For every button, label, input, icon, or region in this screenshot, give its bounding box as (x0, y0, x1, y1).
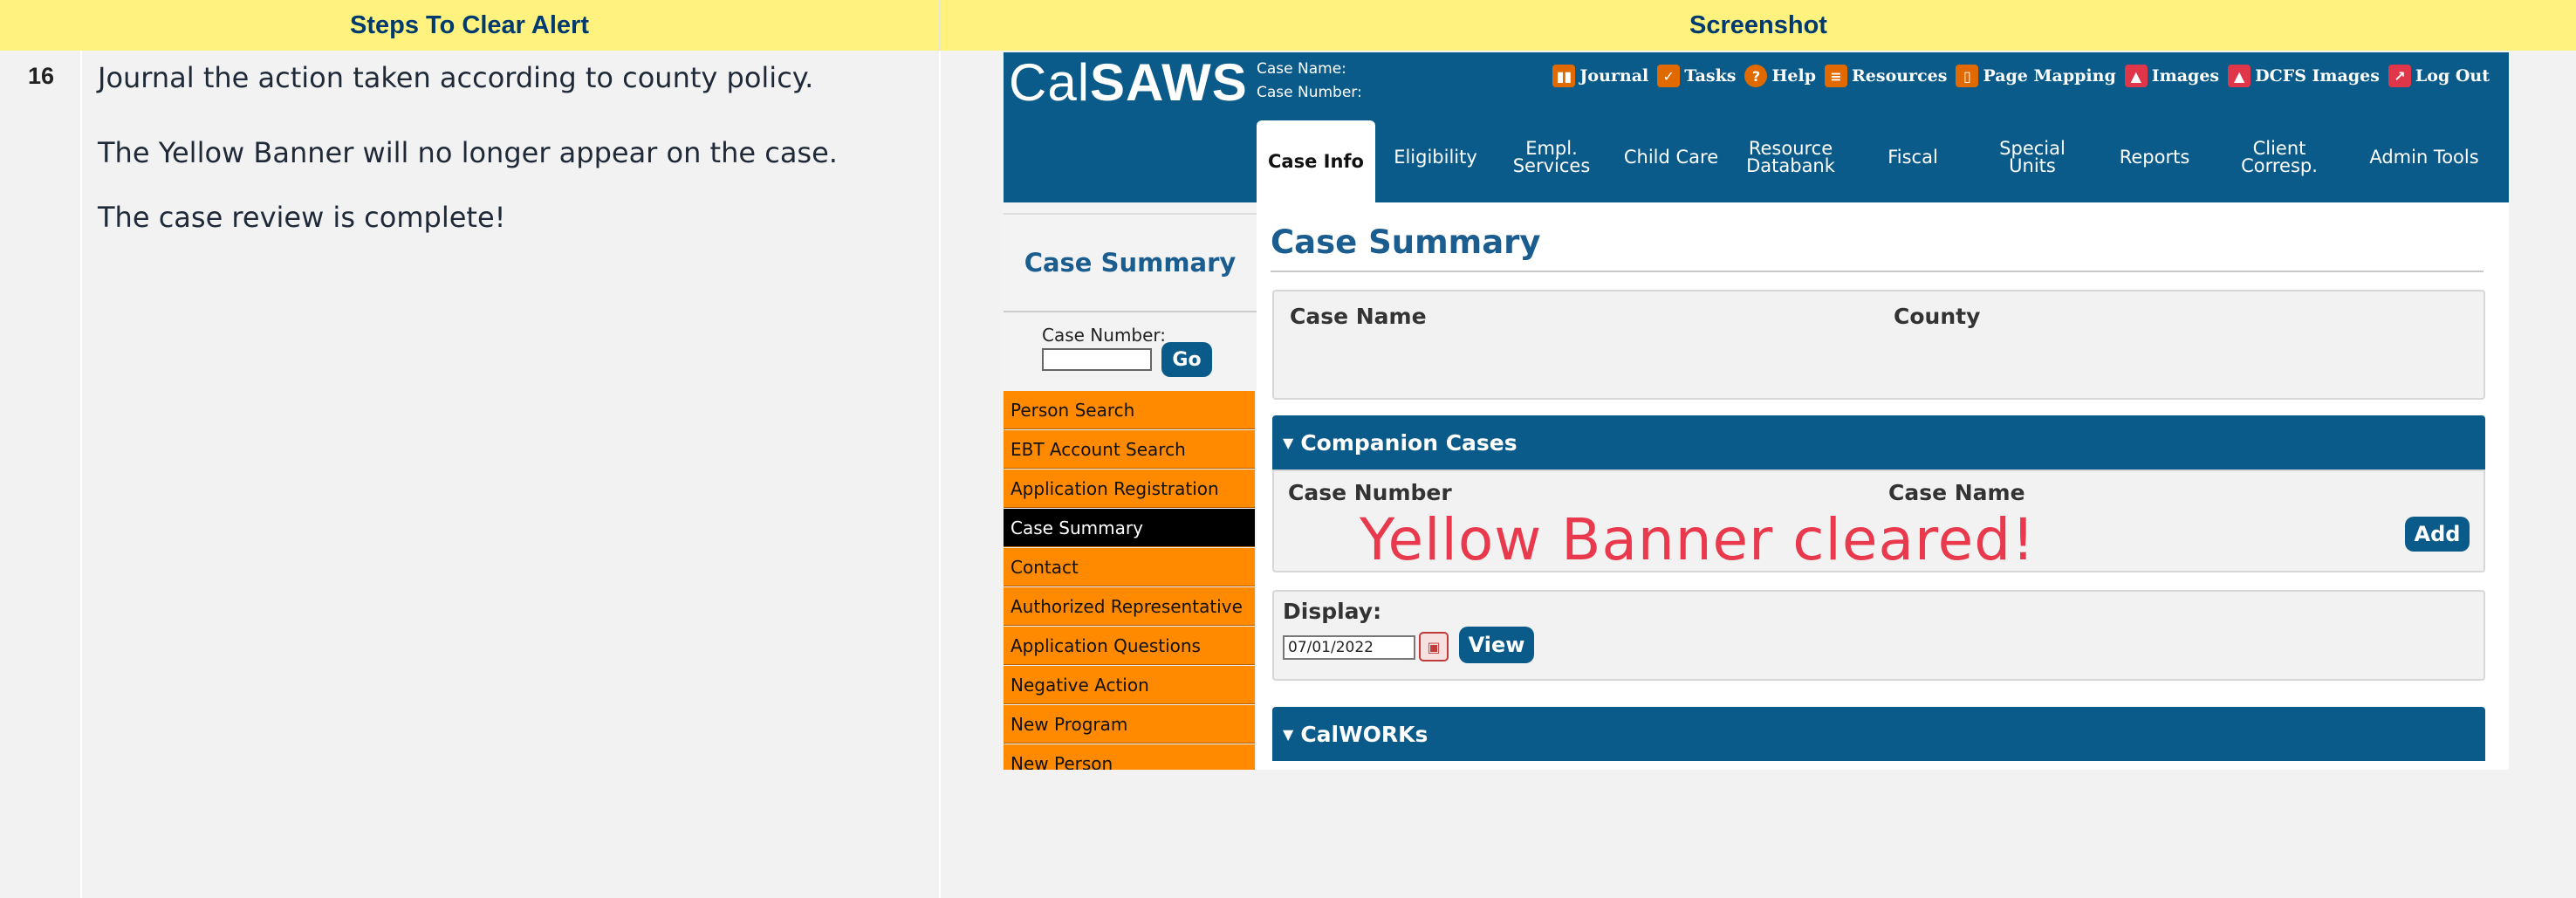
tab-empl-services[interactable]: Empl. Services (1497, 112, 1606, 202)
step-number: 16 (27, 63, 55, 89)
resources-icon: ≡ (1825, 65, 1847, 87)
top-link-log-out[interactable]: ↗ Log Out (2388, 65, 2490, 87)
left-sidebar: Case Summary Case Number: Go Person Sear… (1004, 202, 1257, 770)
calworks-header[interactable]: ▼ CalWORKs (1272, 707, 2485, 761)
sidebar-item-case-summary[interactable]: Case Summary (1004, 509, 1255, 547)
main-content: Case Summary Case Name County ▼ Companio… (1257, 202, 2509, 770)
top-link-label: Journal (1579, 66, 1649, 86)
tab-resource-databank[interactable]: Resource Databank (1735, 112, 1846, 202)
top-link-images[interactable]: ▲ Images (2124, 65, 2220, 87)
go-button[interactable]: Go (1161, 342, 1212, 377)
tab-fiscal[interactable]: Fiscal (1859, 112, 1967, 202)
sidebar-item-negative-action[interactable]: Negative Action (1004, 666, 1255, 704)
step-number-column: 16 (0, 51, 82, 898)
sidebar-item-application-questions[interactable]: Application Questions (1004, 627, 1255, 665)
top-link-label: Resources (1852, 66, 1948, 86)
display-panel: Display: 07/01/2022 ▣ View (1272, 590, 2485, 681)
tab-reports[interactable]: Reports (2098, 112, 2211, 202)
steps-cell: 16 Journal the action taken according to… (0, 51, 941, 898)
case-header-info: Case Name: Case Number: (1257, 58, 1362, 105)
tab-client-corresp[interactable]: Client Corresp. (2218, 112, 2340, 202)
calendar-icon[interactable]: ▣ (1419, 632, 1449, 662)
sidebar-case-number-label: Case Number: (1042, 325, 1167, 346)
header-steps: Steps To Clear Alert (0, 0, 941, 51)
images-icon: ▲ (2124, 65, 2148, 87)
calsaws-screenshot: Cal SAWS Case Name: Case Number: ▮▮ Journ… (1004, 52, 2509, 770)
case-name-label: Case Name: (1257, 60, 1346, 78)
companion-col-case-number: Case Number (1288, 480, 1452, 505)
sidebar-title: Case Summary (1004, 213, 1257, 312)
display-date-input[interactable]: 07/01/2022 (1283, 635, 1415, 660)
yellow-banner-cleared-annotation: Yellow Banner cleared! (1360, 506, 2036, 573)
view-button[interactable]: View (1459, 627, 1534, 663)
tab-admin-tools[interactable]: Admin Tools (2347, 112, 2501, 202)
chevron-down-icon: ▼ (1283, 434, 1294, 451)
case-number-label: Case Number: (1257, 84, 1362, 101)
display-label: Display: (1283, 599, 1382, 624)
top-link-dcfs-images[interactable]: ▲ DCFS Images (2228, 65, 2380, 87)
step-line-2: The Yellow Banner will no longer appear … (98, 136, 838, 169)
sidebar-item-authorized-representative[interactable]: Authorized Representative (1004, 587, 1255, 626)
journal-icon: ▮▮ (1552, 65, 1576, 87)
case-info-panel: Case Name County (1272, 290, 2485, 400)
top-link-help[interactable]: ? Help (1744, 65, 1816, 87)
companion-cases-title: Companion Cases (1300, 429, 1518, 456)
sidebar-item-new-program[interactable]: New Program (1004, 705, 1255, 744)
tab-eligibility[interactable]: Eligibility (1379, 112, 1492, 202)
chevron-down-icon: ▼ (1283, 725, 1294, 743)
top-link-label: Help (1771, 66, 1816, 86)
dcfs-images-icon: ▲ (2228, 65, 2251, 87)
county-field-label: County (1894, 304, 1981, 329)
calsaws-logo: Cal SAWS (1004, 52, 1257, 112)
tab-child-care[interactable]: Child Care (1614, 112, 1728, 202)
calworks-title: CalWORKs (1300, 721, 1428, 747)
case-name-field-label: Case Name (1290, 304, 1427, 329)
title-divider (1271, 271, 2484, 272)
top-link-label: Log Out (2415, 66, 2490, 86)
calsaws-top-bar: Cal SAWS Case Name: Case Number: ▮▮ Journ… (1004, 52, 2509, 112)
top-link-journal[interactable]: ▮▮ Journal (1552, 65, 1648, 87)
page-mapping-icon: ▯ (1956, 65, 1979, 87)
top-link-label: Tasks (1684, 66, 1737, 86)
step-line-3: The case review is complete! (98, 201, 506, 234)
companion-col-case-name: Case Name (1888, 480, 2025, 505)
tab-case-info[interactable]: Case Info (1257, 120, 1375, 202)
top-link-page-mapping[interactable]: ▯ Page Mapping (1956, 65, 2116, 87)
sidebar-item-application-registration[interactable]: Application Registration (1004, 470, 1255, 508)
logout-icon: ↗ (2388, 65, 2411, 87)
sidebar-item-contact[interactable]: Contact (1004, 548, 1255, 586)
top-link-label: DCFS Images (2255, 66, 2380, 86)
sidebar-case-number-input[interactable] (1042, 348, 1152, 371)
main-nav: Case Info Eligibility Empl. Services Chi… (1004, 112, 2509, 202)
step-line-1: Journal the action taken according to co… (98, 61, 814, 94)
sidebar-item-ebt-account-search[interactable]: EBT Account Search (1004, 430, 1255, 469)
document-page: Steps To Clear Alert Screenshot 16 Journ… (0, 0, 2576, 898)
table-header-row: Steps To Clear Alert Screenshot (0, 0, 2576, 51)
sidebar-item-person-search[interactable]: Person Search (1004, 391, 1255, 429)
sidebar-item-new-person[interactable]: New Person (1004, 744, 1255, 770)
page-title: Case Summary (1271, 223, 1541, 261)
logo-cal-text: Cal (1009, 52, 1091, 112)
help-icon: ? (1744, 65, 1768, 87)
companion-cases-header[interactable]: ▼ Companion Cases (1272, 415, 2485, 470)
add-button[interactable]: Add (2405, 517, 2470, 552)
top-links: ▮▮ Journal ✓ Tasks ? Help ≡ Resources ▯ (1552, 65, 2490, 87)
top-link-resources[interactable]: ≡ Resources (1825, 65, 1947, 87)
logo-saws-text: SAWS (1090, 52, 1248, 112)
header-screenshot: Screenshot (941, 0, 2576, 51)
tab-special-units[interactable]: Special Units (1976, 112, 2089, 202)
top-link-label: Page Mapping (1983, 66, 2116, 86)
top-link-label: Images (2151, 66, 2220, 86)
top-link-tasks[interactable]: ✓ Tasks (1657, 65, 1736, 87)
tasks-icon: ✓ (1657, 65, 1681, 87)
